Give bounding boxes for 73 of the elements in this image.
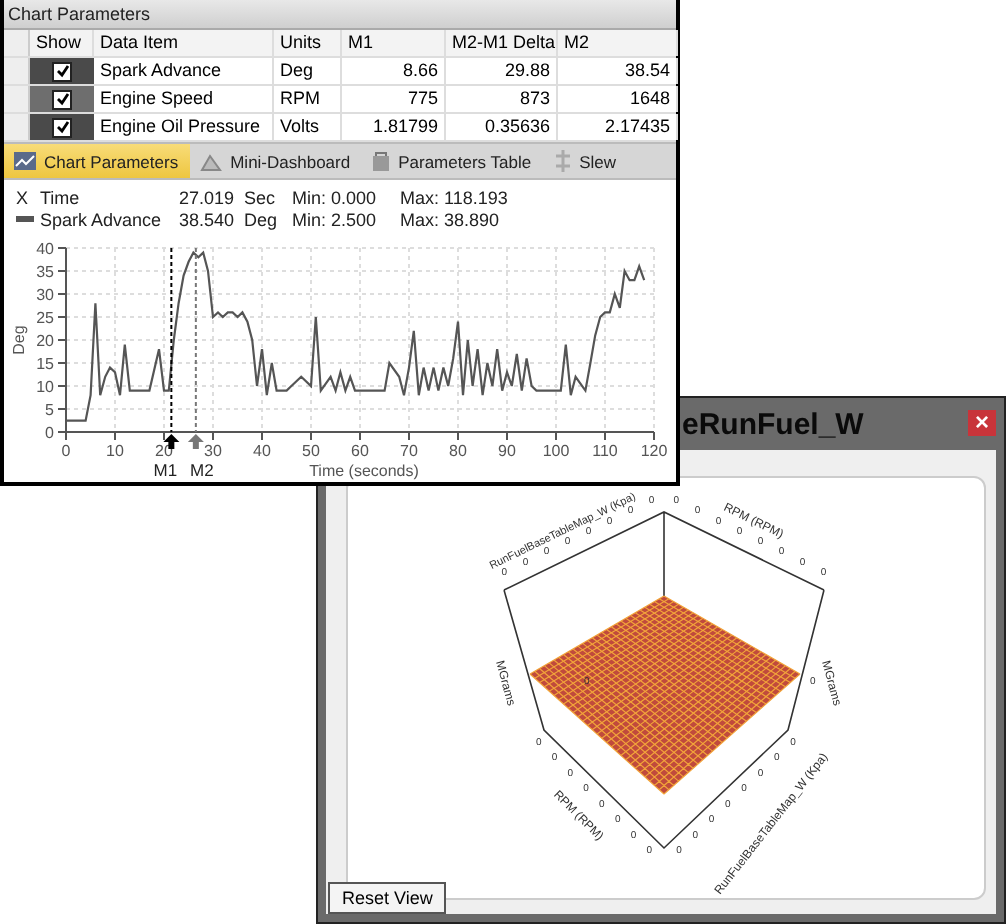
y-tick-label: 20 — [36, 332, 54, 350]
table-cell: 38.54 — [558, 58, 678, 84]
legend-max: Max: 38.890 — [400, 209, 500, 229]
table-cell: Deg — [274, 58, 342, 84]
y-tick-label: 0 — [45, 424, 54, 442]
tab[interactable]: Chart Parameters — [4, 144, 191, 178]
x-tick-label: 30 — [204, 442, 222, 460]
cursor-marker[interactable] — [187, 247, 204, 449]
y-tick-label: 25 — [36, 309, 54, 327]
column-header: Show — [30, 30, 94, 56]
table-cell: Volts — [274, 114, 342, 140]
y-tick-label: 30 — [36, 286, 54, 304]
x-tick-label: 90 — [498, 442, 516, 460]
x-tick-label: 60 — [351, 442, 369, 460]
legend-unit: Sec — [244, 187, 278, 207]
table-cell: 873 — [446, 86, 558, 112]
tab[interactable]: Slew — [543, 144, 628, 178]
table-cell: 29.88 — [446, 58, 558, 84]
table-cell: RPM — [274, 86, 342, 112]
x-tick-label: 40 — [253, 442, 271, 460]
window-title: eRunFuel_W — [682, 408, 864, 442]
panel-title: Chart Parameters — [4, 0, 676, 28]
y-tick-label: 40 — [36, 240, 54, 258]
column-header: M2-M1 Delta — [446, 30, 558, 56]
table-cell: 1648 — [558, 86, 678, 112]
table-cell: Spark Advance — [94, 58, 274, 84]
y-tick-label: 10 — [36, 378, 54, 396]
x-tick-label: 10 — [106, 442, 124, 460]
reset-view-button[interactable]: Reset View — [328, 882, 447, 914]
legend-value: 27.019 — [178, 187, 234, 207]
column-header: M2 — [558, 30, 678, 56]
axis-marker: X — [16, 187, 31, 207]
show-checkbox[interactable] — [52, 61, 72, 81]
clipboard-icon — [372, 150, 391, 172]
table-cell: 8.66 — [342, 58, 446, 84]
y-tick-label: 35 — [36, 263, 54, 281]
x-tick-label: 120 — [640, 442, 668, 460]
slider-icon — [553, 150, 572, 172]
chart-icon — [14, 152, 36, 170]
table-cell: Engine Speed — [94, 86, 274, 112]
table-cell: Engine Oil Pressure — [94, 114, 274, 140]
y-tick-label: 5 — [45, 401, 54, 419]
x-tick-label: 110 — [592, 442, 618, 460]
legend-unit: Deg — [244, 209, 280, 229]
column-header: M1 — [342, 30, 446, 56]
table-cell: 2.17435 — [558, 114, 678, 140]
marker-label: M2 — [190, 460, 214, 480]
legend-min: Min: 2.500 — [292, 209, 379, 229]
table-cell: 1.81799 — [342, 114, 446, 140]
column-header: Data Item — [94, 30, 274, 56]
y-axis-title: Deg — [10, 325, 28, 355]
x-tick-label: 0 — [61, 442, 71, 460]
column-header: Units — [274, 30, 342, 56]
x-tick-label: 80 — [449, 442, 467, 460]
legend-max: Max: 118.193 — [400, 187, 508, 207]
x-tick-label: 100 — [542, 442, 570, 460]
triangle-icon — [200, 151, 223, 171]
legend-name: Spark Advance — [40, 209, 164, 229]
x-axis-title: Time (seconds) — [309, 462, 419, 480]
legend-min: Min: 0.000 — [292, 187, 379, 207]
x-tick-label: 50 — [302, 442, 320, 460]
legend-value: 38.540 — [178, 209, 234, 229]
show-checkbox[interactable] — [52, 117, 72, 137]
legend-name: Time — [40, 187, 82, 207]
marker-label: M1 — [153, 460, 178, 480]
close-button[interactable]: × — [968, 410, 996, 436]
y-tick-label: 15 — [36, 355, 54, 373]
tab[interactable]: Mini-Dashboard — [190, 144, 363, 178]
show-checkbox[interactable] — [52, 89, 72, 109]
x-tick-label: 70 — [400, 442, 418, 460]
table-cell: 775 — [342, 86, 446, 112]
table-cell: 0.35636 — [446, 114, 558, 140]
tab[interactable]: Parameters Table — [362, 144, 544, 178]
